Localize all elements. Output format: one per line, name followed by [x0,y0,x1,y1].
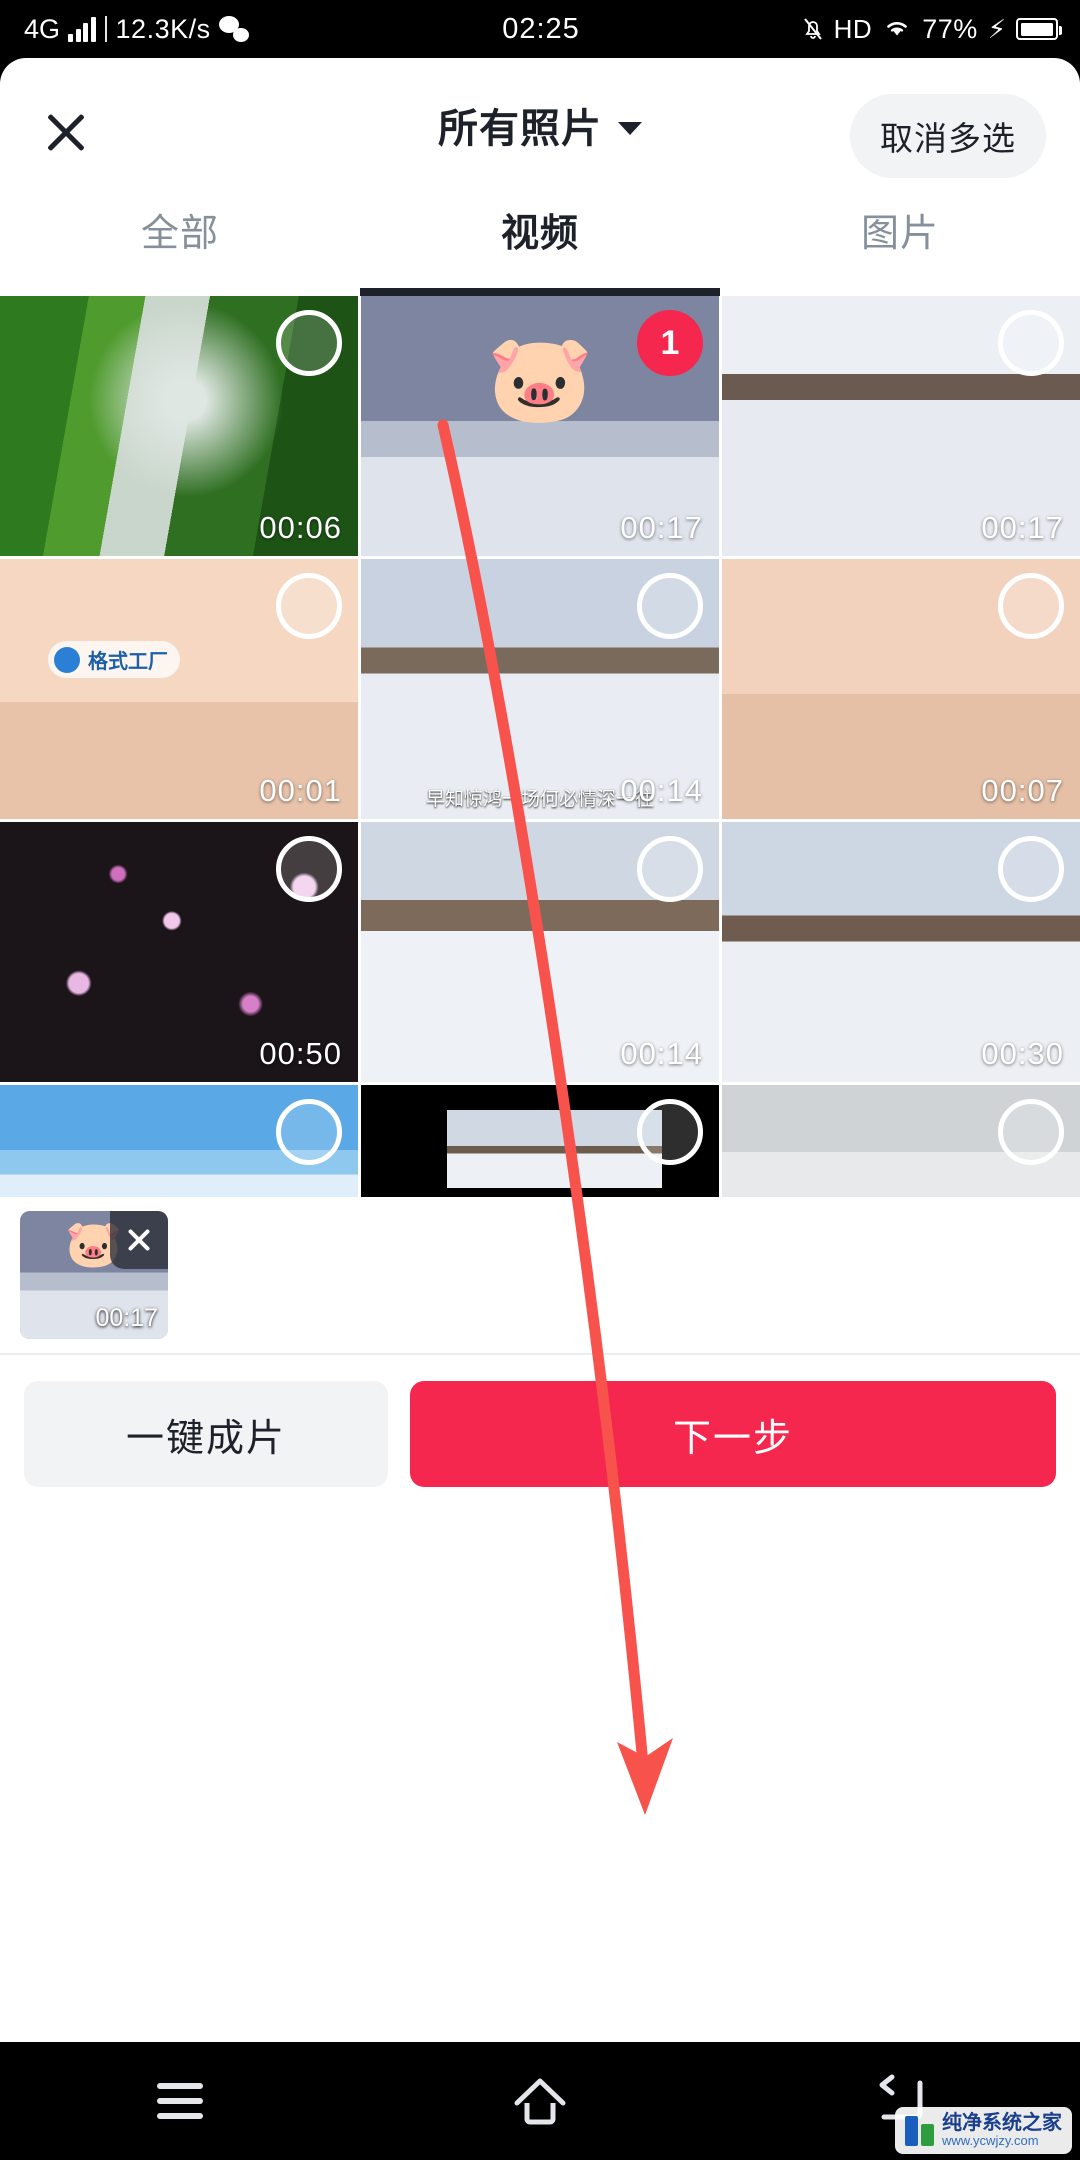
media-item[interactable]: 00:17 [722,296,1080,556]
select-circle[interactable] [637,1099,703,1165]
tab-image[interactable]: 图片 [720,188,1080,296]
format-factory-label: 格式工厂 [88,651,168,673]
duration-label: 00:07 [981,773,1064,808]
status-bar-right: HD 77% ⚡ [580,14,1080,45]
duration-label: 00:17 [981,510,1064,545]
media-picker-sheet: 所有照片 取消多选 全部 视频 图片 00:06 🐷 1 00:17 00:17… [0,58,1080,2042]
status-bar-left: 4G 12.3K/s [0,14,502,45]
select-circle[interactable] [998,573,1064,639]
tab-image-label: 图片 [860,213,939,255]
wifi-icon [882,15,912,44]
select-circle[interactable] [637,836,703,902]
select-circle[interactable] [998,1099,1064,1165]
watermark-line-2: www.ycwjzy.com [942,2133,1039,2149]
duration-label: 00:30 [981,1036,1064,1071]
one-tap-movie-button[interactable]: 一键成片 [24,1381,388,1487]
format-factory-icon [54,646,80,673]
select-circle[interactable] [276,836,342,902]
home-icon[interactable] [360,2073,720,2129]
wechat-icon [218,16,249,42]
watermark-line-1: 纯净系统之家 [942,2112,1062,2135]
media-item[interactable]: 00:06 [0,296,358,556]
tab-video[interactable]: 视频 [360,188,720,296]
tab-all-label: 全部 [140,213,219,255]
chevron-down-icon [618,121,642,135]
media-item[interactable]: 00:30 [722,822,1080,1082]
phone-screen: 4G 12.3K/s 02:25 HD 77% ⚡ 所有照片 取消多选 全部 视… [0,0,1080,2160]
tab-video-label: 视频 [500,213,579,255]
select-circle[interactable] [276,1099,342,1165]
media-item-selected[interactable]: 🐷 1 00:17 [361,296,719,556]
pig-emoji-overlay: 🐷 [486,331,594,428]
select-circle[interactable] [998,836,1064,902]
system-nav-bar: 纯净系统之家 www.ycwjzy.com [0,2042,1080,2160]
app-bar: 所有照片 取消多选 [0,58,1080,188]
watermark-text: 纯净系统之家 www.ycwjzy.com [942,2113,1062,2148]
select-circle[interactable] [276,573,342,639]
watermark-logo-icon [905,2115,934,2146]
duration-label: 00:17 [95,1304,158,1332]
duration-label: 00:06 [259,510,342,545]
tab-all[interactable]: 全部 [0,188,360,296]
duration-label: 00:17 [620,510,703,545]
status-bar: 4G 12.3K/s 02:25 HD 77% ⚡ [0,0,1080,58]
media-item[interactable] [361,1085,719,1197]
media-type-tabs: 全部 视频 图片 [0,188,1080,296]
menu-icon[interactable] [0,2074,360,2128]
format-factory-watermark: 格式工厂 [48,641,180,678]
duration-label: 00:50 [259,1036,342,1071]
media-item[interactable]: 00:50 [0,822,358,1082]
network-speed-label: 12.3K/s [115,13,211,44]
duration-label: 00:14 [620,773,703,808]
remove-selection-icon[interactable] [110,1211,168,1269]
clock-label: 02:25 [502,12,580,45]
site-watermark: 纯净系统之家 www.ycwjzy.com [895,2107,1072,2154]
selected-thumbnail[interactable]: 🐷 00:17 [20,1211,168,1339]
bolt-icon: ⚡ [987,14,1007,44]
select-badge[interactable]: 1 [637,310,703,376]
signal-strength-icon [68,16,96,42]
next-step-button[interactable]: 下一步 [410,1381,1056,1487]
page-title: 所有照片 [438,107,602,151]
duration-label: 00:14 [620,1036,703,1071]
network-type-label: 4G [24,13,61,44]
cancel-multiselect-button[interactable]: 取消多选 [850,94,1046,178]
selected-media-tray: 🐷 00:17 [0,1197,1080,1353]
duration-label: 00:01 [259,773,342,808]
media-item[interactable]: 00:07 [722,559,1080,819]
media-item[interactable]: 00:14 [361,822,719,1082]
bottom-action-bar: 一键成片 下一步 [0,1355,1080,1487]
status-bar-center: 02:25 [502,13,580,46]
media-item[interactable] [722,1085,1080,1197]
battery-percent-label: 77% [922,13,978,44]
media-item[interactable]: 早知惊鸿一场何必情深一往 00:14 [361,559,719,819]
media-grid: 00:06 🐷 1 00:17 00:17 格式工厂 00:01 早知惊鸿一场何… [0,296,1080,1197]
select-circle[interactable] [276,310,342,376]
hd-label: HD [833,13,873,44]
status-divider [104,16,107,42]
select-circle[interactable] [637,573,703,639]
media-item[interactable]: 格式工厂 00:01 [0,559,358,819]
battery-icon [1016,18,1063,40]
mute-bell-icon [802,16,824,42]
media-item[interactable] [0,1085,358,1197]
select-circle[interactable] [998,310,1064,376]
